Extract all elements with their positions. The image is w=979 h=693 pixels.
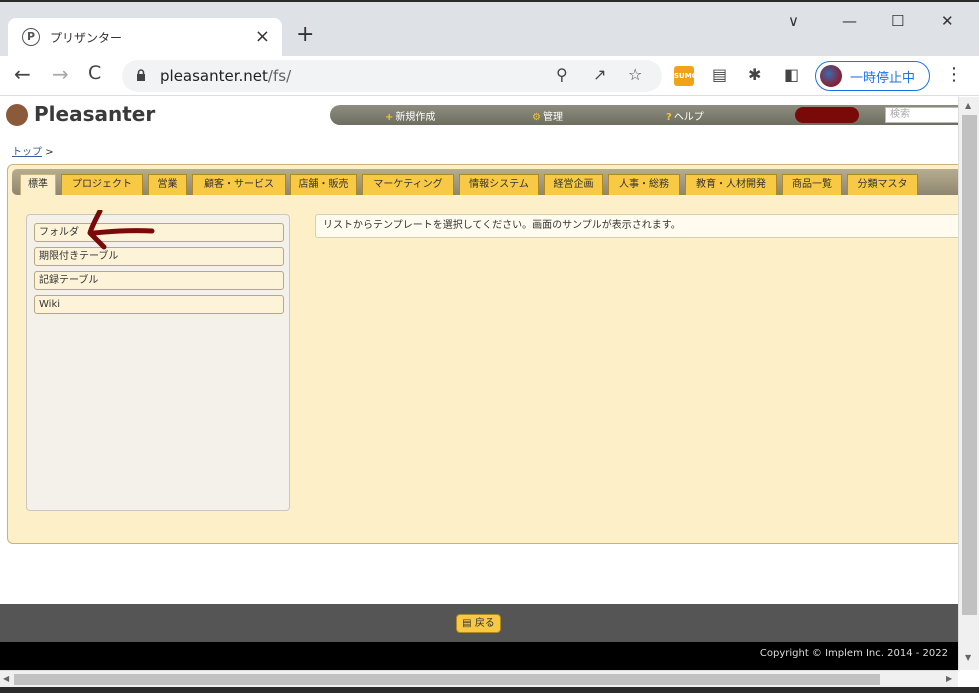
app-menu-bar: + 新規作成 ⚙ 管理 ? ヘルプ 検索 bbox=[330, 105, 958, 125]
template-panel: 標準 プロジェクト 営業 顧客・サービス 店舗・販売 マーケティング 情報システ… bbox=[7, 164, 958, 544]
reading-list-icon[interactable]: ▤ bbox=[712, 65, 727, 84]
new-tab-button[interactable]: + bbox=[296, 22, 314, 47]
back-nav-button[interactable]: ← bbox=[14, 62, 31, 86]
vertical-scrollbar[interactable]: ▲ ▼ bbox=[958, 97, 979, 670]
profile-status: 一時停止中 bbox=[850, 71, 916, 86]
template-table-with-deadline[interactable]: 期限付きテーブル bbox=[34, 247, 284, 266]
category-tab-bar: 標準 プロジェクト 営業 顧客・サービス 店舗・販売 マーケティング 情報システ… bbox=[12, 169, 958, 195]
gear-icon: ⚙ bbox=[532, 112, 541, 123]
scroll-down-arrow-icon[interactable]: ▼ bbox=[965, 653, 971, 662]
browser-toolbar: ← → C pleasanter.net/fs/ ⚲ ↗ ☆ SUMO ▤ ✱ … bbox=[0, 56, 979, 96]
back-icon: ▤ bbox=[462, 618, 472, 629]
address-bar[interactable]: pleasanter.net/fs/ bbox=[122, 60, 662, 92]
url-text: pleasanter.net/fs/ bbox=[160, 67, 291, 85]
tab-marketing[interactable]: マーケティング bbox=[362, 174, 454, 195]
tab-education-training[interactable]: 教育・人材開発 bbox=[685, 174, 777, 195]
horizontal-scroll-thumb[interactable] bbox=[14, 674, 880, 685]
browser-menu-icon[interactable]: ⋮ bbox=[945, 64, 963, 85]
menu-help-label: ヘルプ bbox=[673, 112, 704, 123]
profile-button[interactable]: 一時停止中 bbox=[815, 61, 930, 91]
tab-project[interactable]: プロジェクト bbox=[61, 174, 143, 195]
tab-corporate-planning[interactable]: 経営企画 bbox=[544, 174, 603, 195]
share-icon[interactable]: ↗ bbox=[593, 65, 606, 84]
os-taskbar-edge bbox=[0, 687, 979, 693]
redacted-user-name[interactable] bbox=[795, 107, 859, 123]
close-tab-icon[interactable]: × bbox=[255, 26, 270, 47]
footer-bar: ▤ 戻る bbox=[0, 604, 958, 642]
back-button[interactable]: ▤ 戻る bbox=[456, 614, 501, 633]
minimize-button[interactable]: — bbox=[842, 12, 857, 30]
maximize-button[interactable]: ☐ bbox=[891, 12, 904, 30]
template-record-table[interactable]: 記録テーブル bbox=[34, 271, 284, 290]
scroll-left-arrow-icon[interactable]: ◀ bbox=[3, 674, 9, 683]
template-list: フォルダ 期限付きテーブル 記録テーブル Wiki bbox=[26, 214, 290, 511]
url-host: pleasanter.net bbox=[160, 67, 268, 85]
reload-button[interactable]: C bbox=[88, 62, 101, 84]
breadcrumb-separator: > bbox=[45, 147, 54, 158]
bookmark-star-icon[interactable]: ☆ bbox=[628, 65, 642, 84]
copyright-text: Copyright © Implem Inc. 2014 - 2022 bbox=[759, 648, 948, 659]
tab-strip: P プリザンター × + ∨ — ☐ ✕ bbox=[0, 0, 979, 58]
favicon-icon: P bbox=[22, 28, 40, 46]
lock-icon bbox=[137, 69, 145, 81]
sumo-extension-icon[interactable]: SUMO bbox=[674, 66, 698, 86]
extensions-puzzle-icon[interactable]: ✱ bbox=[748, 65, 761, 84]
avatar bbox=[820, 65, 842, 87]
scroll-right-arrow-icon[interactable]: ▶ bbox=[946, 674, 952, 683]
search-input[interactable]: 検索 bbox=[885, 107, 958, 123]
tab-title: プリザンター bbox=[50, 31, 123, 45]
browser-window: P プリザンター × + ∨ — ☐ ✕ ← → C pleasanter.ne… bbox=[0, 0, 979, 693]
tab-sales[interactable]: 営業 bbox=[148, 174, 187, 195]
template-instructions: リストからテンプレートを選択してください。画面のサンプルが表示されます。 bbox=[315, 214, 958, 238]
forward-nav-button[interactable]: → bbox=[52, 62, 69, 86]
tab-product-list[interactable]: 商品一覧 bbox=[782, 174, 842, 195]
tab-search-dropdown-icon[interactable]: ∨ bbox=[788, 12, 799, 30]
menu-new-label: 新規作成 bbox=[395, 112, 436, 123]
tab-information-systems[interactable]: 情報システム bbox=[459, 174, 539, 195]
menu-admin[interactable]: ⚙ 管理 bbox=[532, 108, 563, 123]
page-viewport: Pleasanter + 新規作成 ⚙ 管理 ? ヘルプ 検索 トップ > 標準 プロ… bbox=[0, 97, 958, 670]
url-path: /fs/ bbox=[267, 67, 292, 85]
logo-text: Pleasanter bbox=[34, 102, 156, 126]
menu-admin-label: 管理 bbox=[542, 112, 563, 123]
menu-new[interactable]: + 新規作成 bbox=[385, 108, 435, 123]
tab-store-sales[interactable]: 店舗・販売 bbox=[290, 174, 357, 195]
vertical-scroll-thumb[interactable] bbox=[962, 115, 977, 615]
browser-tab[interactable]: P プリザンター × bbox=[8, 18, 282, 58]
horizontal-scrollbar[interactable]: ◀ ▶ bbox=[0, 670, 958, 687]
back-button-label: 戻る bbox=[474, 618, 495, 629]
scroll-up-arrow-icon[interactable]: ▲ bbox=[965, 101, 971, 110]
template-wiki[interactable]: Wiki bbox=[34, 295, 284, 314]
copyright-bar: Copyright © Implem Inc. 2014 - 2022 bbox=[0, 642, 958, 670]
tab-standard[interactable]: 標準 bbox=[20, 174, 56, 195]
logo-mark-icon bbox=[6, 104, 28, 126]
tab-customer-service[interactable]: 顧客・サービス bbox=[192, 174, 286, 195]
breadcrumb: トップ > bbox=[12, 143, 54, 158]
menu-help[interactable]: ? ヘルプ bbox=[666, 108, 704, 123]
template-folder[interactable]: フォルダ bbox=[34, 223, 284, 242]
close-window-button[interactable]: ✕ bbox=[941, 12, 954, 30]
help-icon: ? bbox=[666, 112, 672, 123]
side-panel-icon[interactable]: ◧ bbox=[784, 65, 799, 84]
tab-classification-master[interactable]: 分類マスタ bbox=[847, 174, 918, 195]
tab-hr-general-affairs[interactable]: 人事・総務 bbox=[608, 174, 680, 195]
plus-icon: + bbox=[385, 112, 394, 123]
breadcrumb-top-link[interactable]: トップ bbox=[12, 147, 42, 158]
zoom-icon[interactable]: ⚲ bbox=[556, 65, 568, 84]
